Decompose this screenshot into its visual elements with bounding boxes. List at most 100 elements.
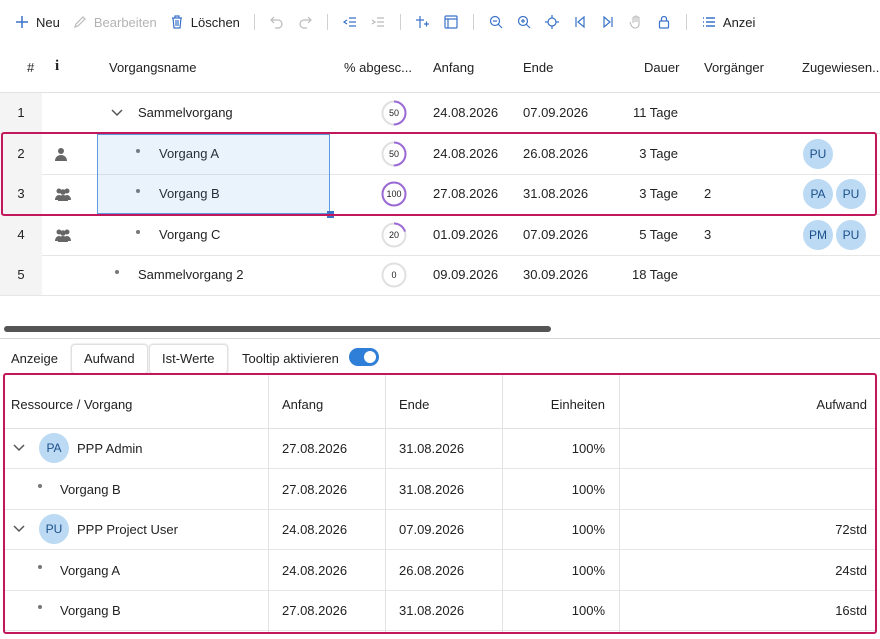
assignment-row[interactable]: Vorgang B 27.08.2026 31.08.2026 100% 16std (5, 590, 875, 631)
tooltip-label: Tooltip aktivieren (242, 351, 339, 366)
predecessors[interactable]: 3 (704, 215, 711, 255)
chevron-down-icon[interactable] (13, 524, 25, 534)
avatar: PU (39, 514, 69, 544)
end-date[interactable]: 07.09.2026 (523, 93, 588, 133)
column-header-number[interactable]: # (27, 60, 34, 75)
column-header-duration[interactable]: Dauer (644, 60, 679, 75)
duration[interactable]: 18 Tage (632, 255, 678, 295)
new-button[interactable]: Neu (8, 7, 66, 37)
undo-icon (270, 16, 283, 29)
assignment-row[interactable]: Vorgang B 27.08.2026 31.08.2026 100% (5, 469, 875, 510)
table-row[interactable]: 5 Sammelvorgang 2 0 09.09.2026 30.09.2026 18… (0, 255, 880, 296)
start-date[interactable]: 24.08.2026 (282, 563, 347, 578)
column-header-predecessors[interactable]: Vorgänger (704, 60, 764, 75)
start-date[interactable]: 24.08.2026 (433, 93, 498, 133)
units[interactable]: 100% (572, 482, 605, 497)
task-name[interactable]: Vorgang A (60, 563, 120, 578)
table-row[interactable]: 4 Vorgang C 20 01.09.2026 07.09.2026 5 Tage 3… (0, 215, 880, 256)
zoom-in-button[interactable] (510, 7, 538, 37)
column-header-percent-complete[interactable]: % abgesc... (344, 60, 412, 75)
tab-effort[interactable]: Aufwand (71, 344, 148, 374)
column-header-task-name[interactable]: Vorgangsname (109, 60, 196, 75)
end-date[interactable]: 31.08.2026 (399, 441, 464, 456)
column-header-units[interactable]: Einheiten (551, 397, 605, 412)
go-to-end-button[interactable] (594, 7, 622, 37)
task-name[interactable]: Sammelvorgang (138, 93, 233, 133)
units[interactable]: 100% (572, 522, 605, 537)
task-name[interactable]: Sammelvorgang 2 (138, 255, 244, 295)
pan-button[interactable] (622, 7, 650, 37)
start-date[interactable]: 24.08.2026 (282, 522, 347, 537)
fit-button[interactable] (538, 7, 566, 37)
task-name[interactable]: Vorgang B (60, 603, 121, 618)
table-row[interactable]: 1 Sammelvorgang 50 24.08.2026 07.09.2026 11 … (0, 93, 880, 134)
pane-divider[interactable] (0, 338, 880, 339)
assignment-row[interactable]: Vorgang A 24.08.2026 26.08.2026 100% 24std (5, 550, 875, 591)
resource-row[interactable]: PA PPP Admin 27.08.2026 31.08.2026 100% (5, 428, 875, 469)
end-date[interactable]: 31.08.2026 (399, 603, 464, 618)
toolbar: Neu Bearbeiten Löschen Anzei (0, 0, 880, 44)
trash-icon (171, 15, 182, 29)
effort[interactable]: 72std (835, 522, 867, 537)
duration[interactable]: 5 Tage (639, 215, 678, 255)
tooltip-toggle[interactable] (349, 348, 379, 366)
row-number[interactable]: 5 (0, 255, 42, 295)
column-header-resource[interactable]: Ressource / Vorgang (11, 397, 132, 412)
outdent-button[interactable] (336, 7, 364, 37)
tab-actual-values[interactable]: Ist-Werte (149, 344, 228, 374)
row-number[interactable]: 1 (0, 93, 42, 133)
start-date[interactable]: 27.08.2026 (282, 603, 347, 618)
column-header-effort[interactable]: Aufwand (816, 397, 867, 412)
chevron-down-icon[interactable] (13, 443, 25, 453)
undo-button[interactable] (263, 7, 291, 37)
column-header-end[interactable]: Ende (399, 397, 429, 412)
skip-end-icon (603, 15, 613, 29)
indent-button[interactable] (364, 7, 392, 37)
avatar[interactable]: PU (836, 220, 866, 250)
display-label: Anzeige (11, 351, 58, 366)
window-button[interactable] (437, 7, 465, 37)
zoom-out-button[interactable] (482, 7, 510, 37)
units[interactable]: 100% (572, 441, 605, 456)
zoom-in-icon (517, 15, 531, 29)
column-header-start[interactable]: Anfang (282, 397, 323, 412)
avatar[interactable]: PM (803, 220, 833, 250)
lock-button[interactable] (650, 7, 678, 37)
column-header-end[interactable]: Ende (523, 60, 553, 75)
toolbar-divider (685, 14, 687, 30)
resource-name[interactable]: PPP Project User (77, 522, 178, 537)
chevron-down-icon[interactable] (111, 108, 123, 118)
end-date[interactable]: 31.08.2026 (399, 482, 464, 497)
row-number[interactable]: 4 (0, 215, 42, 255)
start-date[interactable]: 27.08.2026 (282, 441, 347, 456)
column-header-assigned[interactable]: Zugewiesen... (802, 60, 880, 75)
end-date[interactable]: 07.09.2026 (523, 215, 588, 255)
units[interactable]: 100% (572, 603, 605, 618)
delete-button[interactable]: Löschen (163, 7, 246, 37)
column-header-info[interactable]: i (55, 58, 59, 75)
units[interactable]: 100% (572, 563, 605, 578)
duration[interactable]: 11 Tage (633, 93, 678, 133)
go-to-start-button[interactable] (566, 7, 594, 37)
end-date[interactable]: 30.09.2026 (523, 255, 588, 295)
end-date[interactable]: 07.09.2026 (399, 522, 464, 537)
effort[interactable]: 24std (835, 563, 867, 578)
add-child-icon (415, 16, 429, 28)
effort[interactable]: 16std (835, 603, 867, 618)
resource-row[interactable]: PU PPP Project User 24.08.2026 07.09.2026 10… (5, 509, 875, 550)
redo-button[interactable] (291, 7, 319, 37)
start-date[interactable]: 09.09.2026 (433, 255, 498, 295)
percent-complete-value: 50 (388, 108, 399, 118)
column-header-start[interactable]: Anfang (433, 60, 474, 75)
task-name[interactable]: Vorgang C (159, 215, 220, 255)
horizontal-scrollbar[interactable] (4, 326, 551, 332)
add-subtask-button[interactable] (409, 7, 437, 37)
start-date[interactable]: 27.08.2026 (282, 482, 347, 497)
resource-name[interactable]: PPP Admin (77, 441, 143, 456)
start-date[interactable]: 01.09.2026 (433, 215, 498, 255)
edit-button[interactable]: Bearbeiten (66, 7, 163, 37)
end-date[interactable]: 26.08.2026 (399, 563, 464, 578)
task-name[interactable]: Vorgang B (60, 482, 121, 497)
percent-complete-value: 20 (388, 230, 399, 240)
view-button[interactable]: Anzei (695, 7, 762, 37)
